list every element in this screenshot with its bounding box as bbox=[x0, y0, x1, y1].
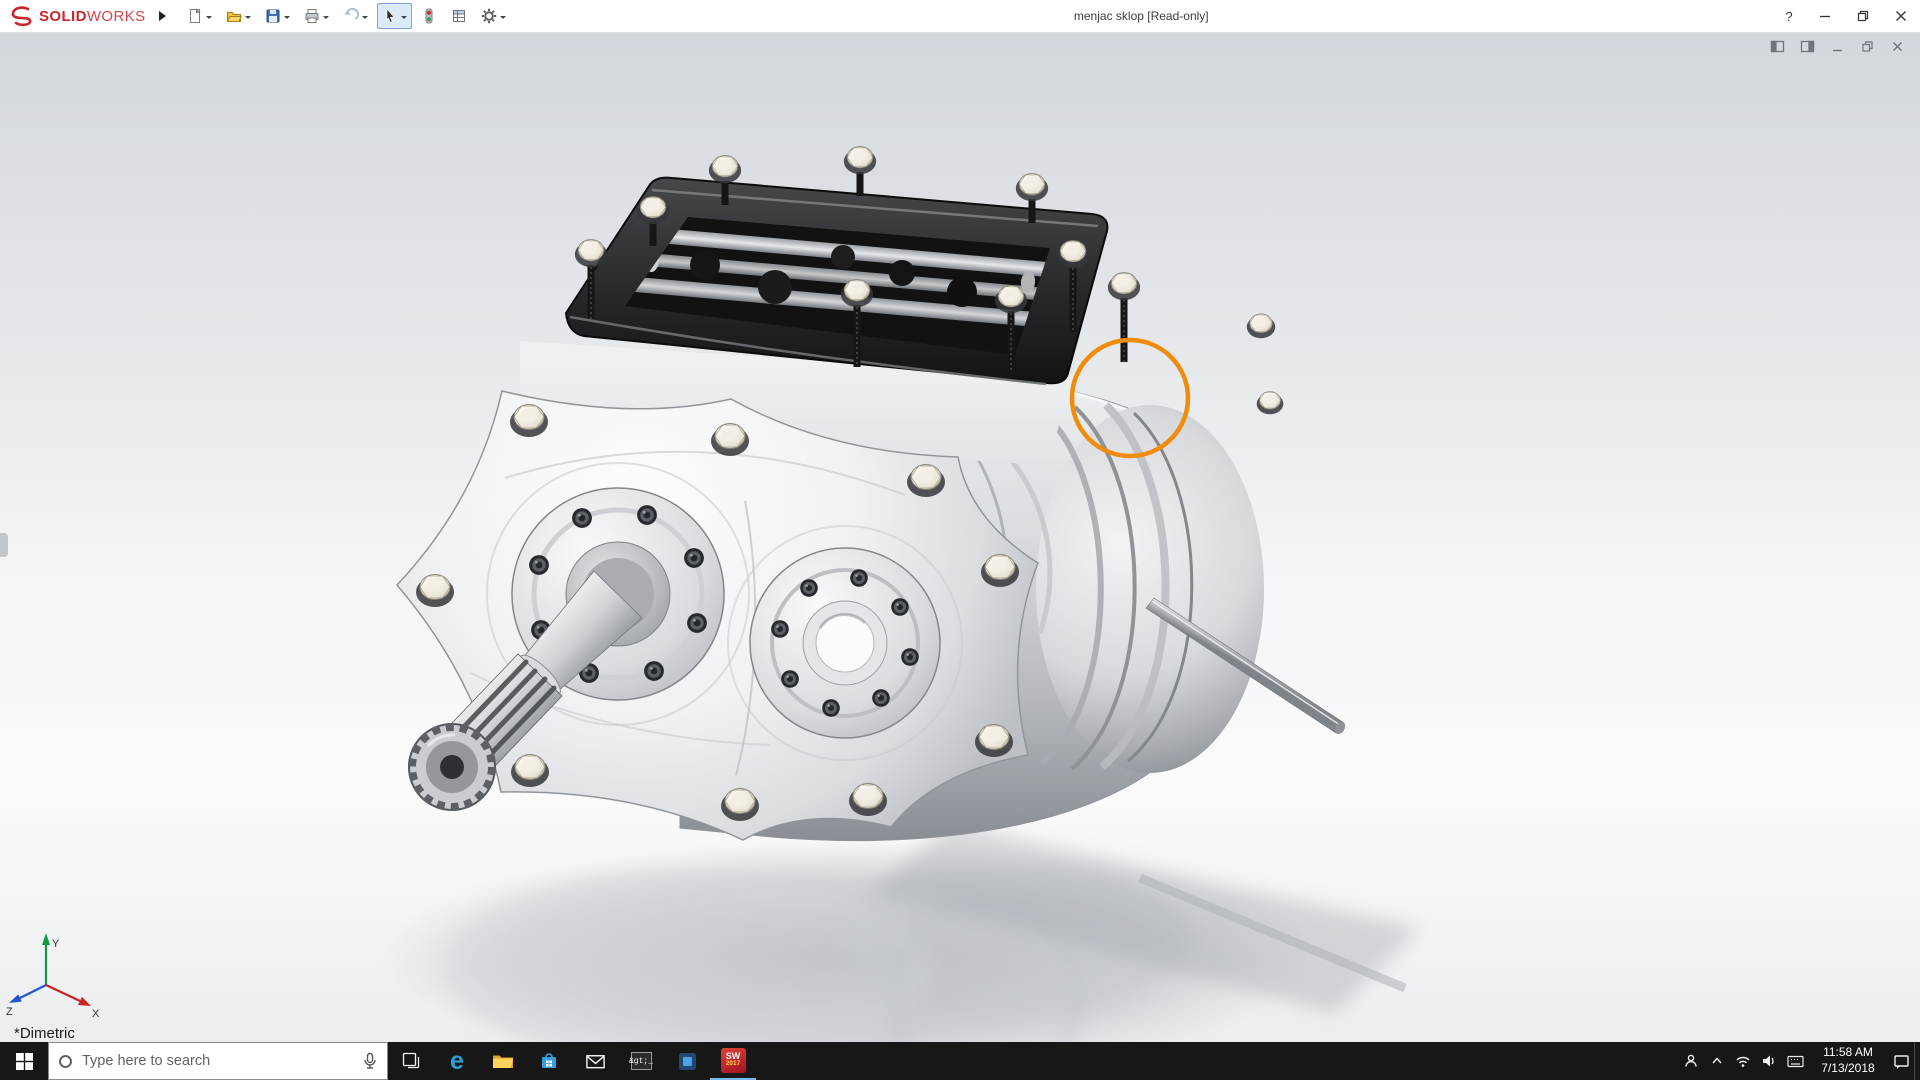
window-controls: ? bbox=[1772, 0, 1920, 33]
mail-envelope-icon bbox=[585, 1052, 606, 1070]
cortana-icon bbox=[59, 1055, 72, 1068]
quick-access-toolbar bbox=[182, 3, 511, 29]
screen: SOLIDWORKS bbox=[0, 0, 1920, 1080]
task-view-icon bbox=[402, 1052, 420, 1070]
graphics-viewport[interactable]: Y X Z bbox=[0, 33, 1920, 1042]
solidworks-logo: SOLIDWORKS bbox=[10, 5, 146, 27]
triad-y-label: Y bbox=[52, 938, 60, 950]
command-prompt-icon: &gt;_ bbox=[631, 1052, 652, 1070]
new-document-icon bbox=[187, 8, 203, 24]
dropdown-caret-icon[interactable] bbox=[500, 16, 506, 22]
windows-taskbar: Type here to search e bbox=[0, 1042, 1920, 1080]
taskbar-clock[interactable]: 11:58 AM 7/13/2018 bbox=[1808, 1042, 1888, 1080]
menu-expand-arrow[interactable] bbox=[152, 5, 174, 27]
file-properties-icon bbox=[451, 8, 467, 24]
doc-restore-button[interactable] bbox=[1859, 39, 1876, 54]
clock-time: 11:58 AM bbox=[1823, 1045, 1873, 1061]
edge-button[interactable]: e bbox=[434, 1042, 480, 1080]
save-button[interactable] bbox=[260, 3, 295, 29]
people-button[interactable] bbox=[1678, 1042, 1704, 1080]
start-button[interactable] bbox=[0, 1042, 48, 1080]
solidworks-logo-icon bbox=[10, 5, 34, 27]
taskbar-spacer bbox=[756, 1042, 1678, 1080]
action-center-icon bbox=[1893, 1053, 1910, 1070]
pane-left-button[interactable] bbox=[1769, 39, 1786, 54]
search-placeholder: Type here to search bbox=[82, 1053, 353, 1069]
view-orientation-label: *Dimetric bbox=[14, 1025, 75, 1042]
restore-icon bbox=[1857, 10, 1869, 22]
solidworks-logo-text: SOLIDWORKS bbox=[39, 8, 146, 25]
restore-button[interactable] bbox=[1844, 0, 1882, 33]
file-explorer-button[interactable] bbox=[480, 1042, 526, 1080]
document-title: menjac sklop [Read-only] bbox=[511, 9, 1772, 23]
expand-triangle-icon bbox=[159, 11, 166, 21]
triad-z-label: Z bbox=[6, 1006, 13, 1018]
open-folder-icon bbox=[226, 8, 242, 24]
help-button[interactable]: ? bbox=[1772, 9, 1806, 24]
select-cursor-icon bbox=[382, 8, 398, 24]
command-prompt-button[interactable]: &gt;_ bbox=[618, 1042, 664, 1080]
taskbar-search[interactable]: Type here to search bbox=[48, 1042, 388, 1080]
solidworks-app-icon: SW 2017 bbox=[721, 1048, 746, 1073]
speaker-icon bbox=[1761, 1054, 1777, 1068]
rebuild-stoplight-icon bbox=[421, 8, 437, 24]
show-desktop-button[interactable] bbox=[1914, 1042, 1920, 1080]
chevron-up-icon bbox=[1710, 1054, 1724, 1068]
close-button[interactable] bbox=[1882, 0, 1920, 33]
model-shadow-reflection bbox=[380, 823, 1420, 1042]
undo-button[interactable] bbox=[338, 3, 373, 29]
options-button[interactable] bbox=[476, 3, 511, 29]
bearing-boss-right[interactable] bbox=[750, 548, 940, 738]
action-center-button[interactable] bbox=[1888, 1042, 1914, 1080]
panel-flyout-tab[interactable] bbox=[0, 533, 8, 557]
open-document-button[interactable] bbox=[221, 3, 256, 29]
pane-right-button[interactable] bbox=[1799, 39, 1816, 54]
file-properties-button[interactable] bbox=[446, 3, 472, 29]
minimize-icon bbox=[1819, 10, 1831, 22]
dropdown-caret-icon[interactable] bbox=[323, 16, 329, 22]
close-icon bbox=[1895, 10, 1907, 22]
edge-icon: e bbox=[450, 1049, 464, 1074]
orientation-triad: Y X Z bbox=[6, 933, 100, 1020]
rebuild-button[interactable] bbox=[416, 3, 442, 29]
titlebar: SOLIDWORKS bbox=[0, 0, 1920, 33]
wifi-icon bbox=[1735, 1054, 1751, 1068]
print-button[interactable] bbox=[299, 3, 334, 29]
minimize-button[interactable] bbox=[1806, 0, 1844, 33]
windows-logo-icon bbox=[16, 1053, 33, 1070]
store-button[interactable] bbox=[526, 1042, 572, 1080]
select-tool-button[interactable] bbox=[377, 3, 412, 29]
new-document-button[interactable] bbox=[182, 3, 217, 29]
people-icon bbox=[1683, 1053, 1699, 1069]
dropdown-caret-icon[interactable] bbox=[206, 16, 212, 22]
dropdown-caret-icon[interactable] bbox=[401, 16, 407, 22]
mail-button[interactable] bbox=[572, 1042, 618, 1080]
task-view-button[interactable] bbox=[388, 1042, 434, 1080]
dropdown-caret-icon[interactable] bbox=[284, 16, 290, 22]
dropdown-caret-icon[interactable] bbox=[245, 16, 251, 22]
undo-arrow-icon bbox=[343, 8, 359, 24]
hidden-icons-button[interactable] bbox=[1704, 1042, 1730, 1080]
dropdown-caret-icon[interactable] bbox=[362, 16, 368, 22]
microphone-icon[interactable] bbox=[363, 1052, 377, 1070]
doc-minimize-button[interactable] bbox=[1829, 39, 1846, 54]
doc-close-button[interactable] bbox=[1889, 39, 1906, 54]
print-icon bbox=[304, 8, 320, 24]
scene-canvas: Y X Z bbox=[0, 33, 1920, 1042]
app-tile-icon bbox=[677, 1051, 698, 1072]
clock-date: 7/13/2018 bbox=[1821, 1061, 1874, 1077]
gearbox-model[interactable] bbox=[397, 147, 1347, 841]
folder-icon bbox=[492, 1052, 514, 1071]
volume-button[interactable] bbox=[1756, 1042, 1782, 1080]
network-button[interactable] bbox=[1730, 1042, 1756, 1080]
save-floppy-icon bbox=[265, 8, 281, 24]
gear-icon bbox=[481, 8, 497, 24]
touch-keyboard-button[interactable] bbox=[1782, 1042, 1808, 1080]
keyboard-icon bbox=[1787, 1055, 1804, 1068]
document-window-controls bbox=[1769, 39, 1906, 54]
triad-x-label: X bbox=[92, 1008, 100, 1020]
store-bag-icon bbox=[539, 1051, 559, 1071]
solidworks-taskbar-button[interactable]: SW 2017 bbox=[710, 1042, 756, 1080]
app-tile-button[interactable] bbox=[664, 1042, 710, 1080]
